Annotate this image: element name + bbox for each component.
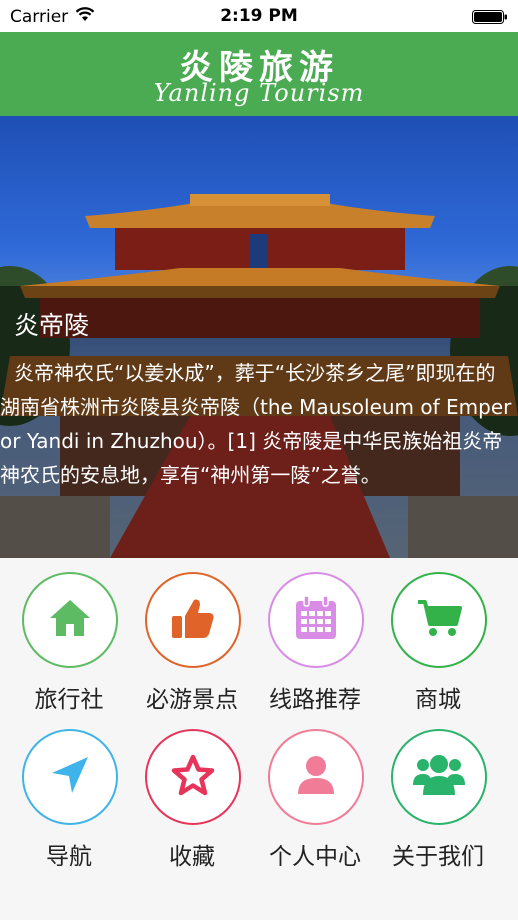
group-icon: [413, 753, 465, 801]
grid-item-must-see[interactable]: 必游景点: [130, 558, 254, 713]
grid-item-label: 收藏: [169, 844, 215, 870]
shopping-cart-icon: [416, 598, 462, 642]
grid-item-travel-agency[interactable]: 旅行社: [7, 558, 131, 713]
grid-item-label: 必游景点: [146, 687, 238, 713]
grid-item-about-us[interactable]: 关于我们: [376, 715, 500, 870]
icon-circle: [22, 572, 118, 668]
thumbs-up-icon: [170, 596, 216, 644]
grid-item-label: 商城: [415, 687, 461, 713]
icon-circle: [22, 729, 118, 825]
hero-banner[interactable]: 炎帝陵 炎帝神农氏“以姜水成”，葬于“长沙茶乡之尾”即现在的湖南省株洲市炎陵县炎…: [0, 116, 518, 558]
user-icon: [296, 754, 336, 800]
navigation-arrow-icon: [50, 755, 90, 799]
icon-circle: [268, 729, 364, 825]
status-bar: Carrier 2:19 PM: [0, 0, 518, 32]
app-title-en: Yanling Tourism: [153, 79, 365, 107]
grid-item-mall[interactable]: 商城: [376, 558, 500, 713]
icon-circle: [391, 729, 487, 825]
grid-item-label: 关于我们: [392, 844, 484, 870]
grid-item-label: 导航: [46, 844, 92, 870]
grid-item-navigation[interactable]: 导航: [7, 715, 131, 870]
icon-circle: [145, 572, 241, 668]
icon-circle: [268, 572, 364, 668]
grid-item-favorites[interactable]: 收藏: [130, 715, 254, 870]
grid-item-routes[interactable]: 线路推荐: [253, 558, 377, 713]
icon-circle: [391, 572, 487, 668]
grid-item-label: 个人中心: [269, 844, 361, 870]
status-time: 2:19 PM: [220, 6, 298, 26]
icon-circle: [145, 729, 241, 825]
calendar-icon: [294, 595, 338, 645]
app-screen: Carrier 2:19 PM 炎陵旅游 Yanling Tourism 炎帝陵…: [0, 0, 518, 920]
attraction-title: 炎帝陵: [14, 311, 90, 340]
feature-grid: 旅行社 必游景点 线路推荐 商城 导航 收藏 个人中心 关于我们: [0, 558, 518, 920]
grid-item-label: 旅行社: [34, 687, 104, 713]
grid-item-profile[interactable]: 个人中心: [253, 715, 377, 870]
attraction-description: 炎帝神农氏“以姜水成”，葬于“长沙茶乡之尾”即现在的湖南省株洲市炎陵县炎帝陵（t…: [0, 361, 512, 487]
grid-item-label: 线路推荐: [269, 687, 361, 713]
star-icon: [171, 754, 215, 800]
home-icon: [48, 598, 92, 642]
app-header: 炎陵旅游 Yanling Tourism: [0, 32, 518, 116]
battery-icon: [472, 9, 508, 24]
